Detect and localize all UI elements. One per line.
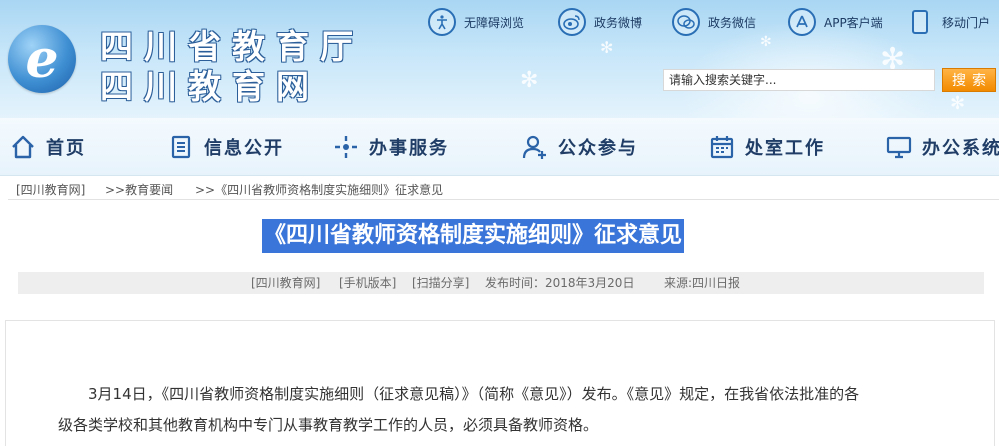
- nav-label: 办公系统: [922, 138, 999, 159]
- quick-link-app[interactable]: APP客户端: [788, 7, 883, 37]
- search-input[interactable]: [663, 69, 935, 91]
- logo-letter: e: [25, 29, 59, 90]
- nav-label: 办事服务: [369, 138, 449, 159]
- breadcrumb: [四川教育网] >>教育要闻 >>《四川省教师资格制度实施细则》征求意见: [8, 178, 999, 200]
- nav-label: 首页: [46, 138, 86, 159]
- dandelion-seed-decoration: ✻: [520, 68, 539, 93]
- nav-item-public-participation[interactable]: 公众参与: [522, 118, 638, 176]
- main-nav: 首页 信息公开 办事服务 公众参与 处室工作 办公系统: [0, 118, 999, 176]
- user-add-icon: [522, 134, 548, 160]
- quick-link-label: 无障碍浏览: [464, 15, 525, 30]
- app-store-icon: [788, 8, 816, 36]
- meta-source: 来源:四川日报: [664, 276, 741, 290]
- accessibility-icon: [428, 8, 456, 36]
- nav-item-home[interactable]: 首页: [10, 118, 86, 176]
- nav-label: 处室工作: [745, 138, 825, 159]
- nav-item-info-public[interactable]: 信息公开: [168, 118, 284, 176]
- home-icon: [10, 134, 36, 160]
- quick-link-mobile[interactable]: 移动门户: [912, 7, 990, 37]
- calendar-icon: [709, 134, 735, 160]
- article-paragraph-line: 级各类学校和其他教育机构中专门从事教育教学工作的人员，必须具备教师资格。: [58, 416, 599, 434]
- nav-label: 信息公开: [204, 138, 284, 159]
- site-logo[interactable]: e: [8, 25, 76, 93]
- site-title-line2: 四川教育网: [100, 67, 320, 106]
- quick-link-wechat[interactable]: 政务微信: [672, 7, 756, 37]
- article-meta: [四川教育网] [手机版本] [扫描分享] 发布时间：2018年3月20日 来源…: [18, 272, 984, 294]
- meta-share-link[interactable]: [扫描分享]: [412, 272, 469, 294]
- nav-item-services[interactable]: 办事服务: [333, 118, 449, 176]
- nav-item-department-work[interactable]: 处室工作: [709, 118, 825, 176]
- quick-link-label: 政务微博: [594, 15, 643, 30]
- meta-publish-date: 发布时间：2018年3月20日: [485, 276, 635, 290]
- article-paragraph-line: 3月14日，《四川省教师资格制度实施细则（征求意见稿）》（简称《意见》）发布。《…: [88, 385, 860, 403]
- breadcrumb-home[interactable]: [四川教育网]: [16, 181, 85, 198]
- weibo-icon: [558, 8, 586, 36]
- quick-link-accessibility[interactable]: 无障碍浏览: [428, 7, 524, 37]
- quick-link-weibo[interactable]: 政务微博: [558, 7, 642, 37]
- breadcrumb-news[interactable]: >>教育要闻: [105, 181, 173, 198]
- quick-link-label: 政务微信: [708, 15, 757, 30]
- breadcrumb-current[interactable]: >>《四川省教师资格制度实施细则》征求意见: [195, 181, 443, 198]
- dandelion-seed-decoration: ✻: [600, 38, 614, 57]
- quick-link-label: APP客户端: [824, 15, 883, 30]
- nav-label: 公众参与: [558, 138, 638, 159]
- document-icon: [168, 134, 194, 160]
- mobile-phone-icon: [912, 10, 928, 34]
- monitor-icon: [886, 134, 912, 160]
- service-icon: [333, 134, 359, 160]
- dandelion-seed-decoration: ✻: [760, 34, 772, 50]
- quick-link-label: 移动门户: [942, 15, 991, 30]
- search-button[interactable]: 搜索: [942, 68, 996, 92]
- wechat-icon: [672, 8, 700, 36]
- dandelion-seed-decoration: ✻: [950, 93, 966, 114]
- site-header: ✻ ✻ ✻ ✻ ✻ e 四川省教育厅 四川教育网 无障碍浏览 政务微博 政务微信…: [0, 0, 999, 118]
- meta-site-link[interactable]: [四川教育网]: [251, 272, 320, 294]
- nav-item-office-system[interactable]: 办公系统: [886, 118, 999, 176]
- meta-mobile-link[interactable]: [手机版本]: [339, 272, 396, 294]
- article-title: 《四川省教师资格制度实施细则》征求意见: [262, 219, 685, 253]
